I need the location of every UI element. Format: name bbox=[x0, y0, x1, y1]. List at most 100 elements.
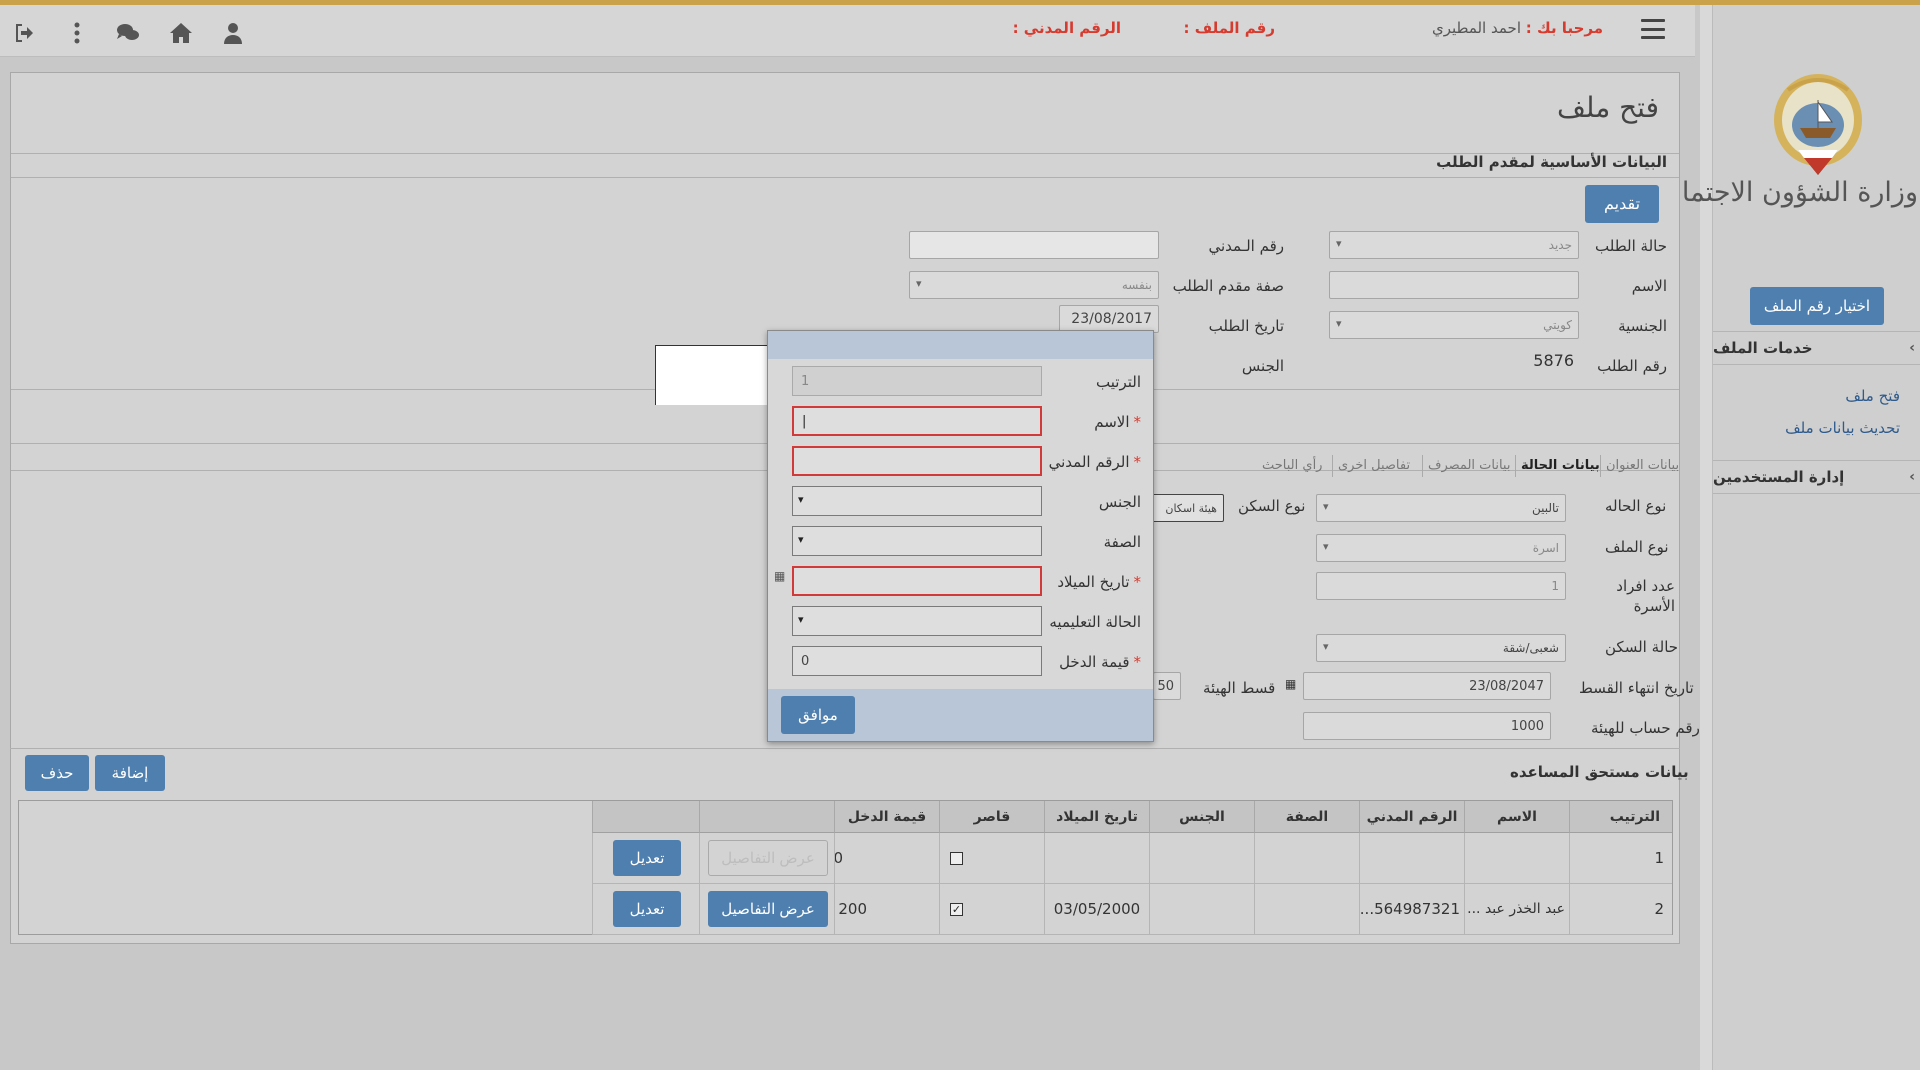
income-input[interactable]: 0 bbox=[792, 646, 1042, 676]
choose-file-button[interactable]: اختيار رقم الملف bbox=[1750, 287, 1884, 325]
sidebar-section-file-services[interactable]: خدمات الملف › bbox=[1713, 331, 1920, 365]
column-header-name: الاسم bbox=[1464, 801, 1569, 833]
authority-account-label: رقم حساب للهيئة bbox=[1591, 719, 1700, 737]
cell-details: عرض التفاصيل bbox=[699, 833, 834, 884]
cell-civil: 564987321... bbox=[1359, 884, 1464, 935]
tab-address[interactable]: بيانات العنوان bbox=[1606, 458, 1679, 473]
view-details-button[interactable]: عرض التفاصيل bbox=[708, 840, 828, 876]
authority-account-field[interactable]: 1000 bbox=[1303, 712, 1551, 740]
order-field[interactable]: 1 bbox=[792, 366, 1042, 396]
sidebar-item-open-file[interactable]: فتح ملف bbox=[1845, 387, 1900, 405]
beneficiary-dialog: الترتيب 1 *الاسم | *الرقم المدني الجنس ا… bbox=[767, 330, 1154, 742]
chevron-right-icon: › bbox=[1909, 340, 1915, 356]
request-status-select[interactable]: جديد bbox=[1329, 231, 1579, 259]
gender-label: الجنس bbox=[1098, 493, 1141, 511]
housing-status-select[interactable]: شعبى/شقة bbox=[1316, 634, 1566, 662]
housing-status-label: حالة السكن bbox=[1605, 638, 1679, 656]
order-label: الترتيب bbox=[1096, 373, 1141, 391]
sidebar-section-label: إدارة المستخدمين bbox=[1713, 468, 1845, 486]
menu-icon[interactable] bbox=[1641, 19, 1665, 39]
cell-minor: ✓ bbox=[939, 884, 1044, 935]
nationality-label: الجنسية bbox=[1618, 317, 1667, 335]
civil-label: *الرقم المدني bbox=[1048, 453, 1141, 471]
civil-id-label: الرقم المدني : bbox=[1012, 19, 1121, 37]
file-type-select[interactable]: اسرة bbox=[1316, 534, 1566, 562]
more-icon[interactable] bbox=[64, 21, 90, 45]
nationality-select[interactable]: كويتي bbox=[1329, 311, 1579, 339]
civil-input[interactable] bbox=[792, 446, 1042, 476]
cell-gender bbox=[1149, 833, 1254, 884]
gender-select[interactable] bbox=[792, 486, 1042, 516]
edit-button[interactable]: تعديل bbox=[613, 840, 681, 876]
tab-bank-data[interactable]: بيانات المصرف bbox=[1428, 458, 1510, 473]
civil-number-field[interactable] bbox=[909, 231, 1159, 259]
cell-income: 200 bbox=[834, 884, 939, 935]
ministry-name: وزارة الشؤون الاجتماعية bbox=[1643, 177, 1918, 208]
installment-end-field[interactable]: 23/08/2047 bbox=[1303, 672, 1551, 700]
submit-button[interactable]: تقديم bbox=[1585, 185, 1659, 223]
chat-icon[interactable] bbox=[115, 21, 141, 45]
tab-researcher-opinion[interactable]: رأي الباحث bbox=[1262, 458, 1322, 473]
name-input[interactable]: | bbox=[792, 406, 1042, 436]
logout-icon[interactable] bbox=[12, 21, 38, 45]
role-label: الصفة bbox=[1103, 533, 1141, 551]
applicant-type-label: صفة مقدم الطلب bbox=[1172, 277, 1284, 295]
family-count-field[interactable]: 1 bbox=[1316, 572, 1566, 600]
column-header-gender: الجنس bbox=[1149, 801, 1254, 833]
delete-button[interactable]: حذف bbox=[25, 755, 89, 791]
family-count-label: عدد افراد الأسرة bbox=[1616, 577, 1675, 615]
tab-case-data[interactable]: بيانات الحالة bbox=[1521, 458, 1600, 473]
request-status-label: حالة الطلب bbox=[1595, 237, 1667, 255]
cell-name: عبد الخذر عبد ... bbox=[1464, 884, 1569, 935]
cell-edit: تعديل bbox=[592, 884, 699, 935]
cell-dob: 03/05/2000 bbox=[1044, 884, 1149, 935]
case-type-select[interactable]: تالبين bbox=[1316, 494, 1566, 522]
sidebar-item-update-file[interactable]: تحديث بيانات ملف bbox=[1785, 419, 1900, 437]
add-button[interactable]: إضافة bbox=[95, 755, 165, 791]
education-label: الحالة التعليميه bbox=[1049, 613, 1141, 631]
beneficiaries-title: بيانات مستحق المساعده bbox=[1510, 763, 1689, 781]
sidebar-section-user-management[interactable]: إدارة المستخدمين › bbox=[1713, 460, 1920, 494]
calendar-icon[interactable]: ▦ bbox=[1285, 677, 1296, 691]
minor-checkbox[interactable] bbox=[950, 852, 963, 865]
name-label: الاسم bbox=[1631, 277, 1667, 295]
name-field[interactable] bbox=[1329, 271, 1579, 299]
authority-installment-label: قسط الهيئة bbox=[1203, 679, 1276, 697]
basic-data-section-title: البيانات الأساسية لمقدم الطلب bbox=[1436, 153, 1667, 171]
file-number-label: رقم الملف : bbox=[1183, 19, 1275, 37]
request-date-field[interactable]: 23/08/2017 bbox=[1059, 305, 1159, 333]
education-select[interactable] bbox=[792, 606, 1042, 636]
dob-input[interactable] bbox=[792, 566, 1042, 596]
cell-income: 0 bbox=[834, 833, 939, 884]
column-header-order: الترتيب bbox=[1569, 801, 1672, 833]
dialog-header[interactable] bbox=[768, 331, 1153, 359]
chevron-right-icon: › bbox=[1909, 469, 1915, 485]
ministry-emblem-icon bbox=[1768, 70, 1868, 180]
applicant-type-select[interactable]: بنفسه bbox=[909, 271, 1159, 299]
case-type-label: نوع الحاله bbox=[1605, 497, 1667, 515]
tab-other-details[interactable]: تفاصيل اخرى bbox=[1338, 458, 1410, 473]
installment-end-label: تاريخ انتهاء القسط bbox=[1579, 679, 1694, 697]
page-scrollbar[interactable] bbox=[1700, 5, 1712, 1070]
text-cursor: | bbox=[802, 413, 807, 429]
edit-button[interactable]: تعديل bbox=[613, 891, 681, 927]
page-title: فتح ملف bbox=[1556, 91, 1659, 124]
cell-name bbox=[1464, 833, 1569, 884]
ok-button[interactable]: موافق bbox=[781, 696, 855, 734]
minor-checkbox[interactable]: ✓ bbox=[950, 903, 963, 916]
housing-type-select[interactable]: هيئة اسكان bbox=[1152, 494, 1224, 522]
home-icon[interactable] bbox=[168, 21, 194, 45]
view-details-button[interactable]: عرض التفاصيل bbox=[708, 891, 828, 927]
user-icon[interactable] bbox=[220, 21, 246, 45]
column-header-role: الصفة bbox=[1254, 801, 1359, 833]
role-select[interactable] bbox=[792, 526, 1042, 556]
cell-role bbox=[1254, 884, 1359, 935]
beneficiaries-table: الترتيب الاسم الرقم المدني الصفة الجنس ت… bbox=[18, 800, 1673, 935]
calendar-icon[interactable]: ▦ bbox=[774, 569, 785, 583]
column-header-minor: قاصر bbox=[939, 801, 1044, 833]
cell-gender bbox=[1149, 884, 1254, 935]
cell-details: عرض التفاصيل bbox=[699, 884, 834, 935]
cell-order: 2 bbox=[1569, 884, 1672, 935]
authority-installment-field[interactable]: 50 bbox=[1153, 672, 1181, 700]
column-header-actions bbox=[699, 801, 834, 833]
